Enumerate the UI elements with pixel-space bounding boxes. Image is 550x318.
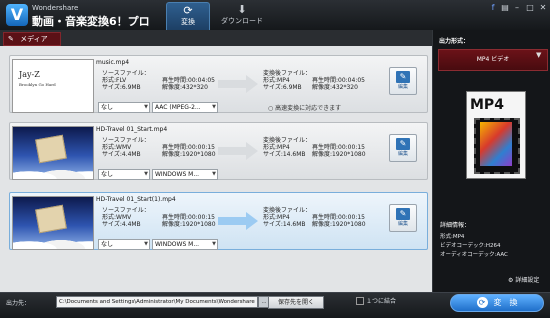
convert-button-label: 変 換	[493, 298, 518, 307]
menu-icon[interactable]: ▤	[500, 3, 510, 12]
chevron-down-icon: ▼	[212, 241, 216, 247]
chevron-down-icon: ▼	[212, 104, 216, 110]
list-item[interactable]: HD-Travel 01_Start(1).mp4 ソースファイル： 形式:WM…	[9, 192, 428, 250]
source-resolution: 解像度:1920*1080	[162, 151, 216, 158]
output-size: サイズ:6.9MB	[263, 84, 302, 91]
edit-button[interactable]: ✎ 編集	[389, 134, 417, 162]
file-name: music.mp4	[96, 59, 130, 66]
chevron-down-icon: ▼	[144, 171, 148, 177]
output-size: サイズ:14.6MB	[263, 151, 306, 158]
detail-format: 形式:MP4	[440, 234, 465, 240]
edit-label: 編集	[397, 221, 408, 227]
edit-icon: ✎	[396, 71, 410, 83]
format-preview-text: MP4	[470, 97, 504, 113]
close-icon[interactable]: ✕	[538, 3, 548, 12]
output-format-label: 出力形式：	[439, 38, 470, 45]
settings-icon: ⚙	[508, 277, 514, 284]
media-icon: ✎	[8, 35, 14, 43]
advanced-settings-link[interactable]: ⚙ 詳細設定	[508, 275, 539, 284]
audio-select[interactable]: WINDOWS M... ▼	[152, 239, 218, 250]
fast-convert-label: 高速変換に対応できます	[275, 105, 342, 112]
media-button-label: メディア	[20, 35, 48, 43]
audio-value: WINDOWS M...	[155, 171, 200, 178]
detail-heading: 詳細情報：	[440, 222, 471, 229]
fast-convert-radio[interactable]: ○ 高速変換に対応できます	[268, 103, 341, 112]
subtitle-value: なし	[101, 171, 114, 178]
list-item[interactable]: HD-Travel 01_Start.mp4 ソースファイル： 形式:WMV サ…	[9, 122, 428, 180]
output-format-value: MP4 ビデオ	[476, 56, 510, 63]
convert-button[interactable]: ⟳ 変 換	[450, 294, 544, 312]
source-resolution: 解像度:1920*1080	[162, 221, 216, 228]
edit-label: 編集	[397, 84, 408, 90]
edit-label: 編集	[397, 151, 408, 157]
subtitle-select[interactable]: なし ▼	[98, 169, 150, 180]
source-size: サイズ:4.4MB	[102, 221, 141, 228]
detail-audio-codec: オーディオコーデック:AAC	[440, 252, 508, 258]
audio-select[interactable]: WINDOWS M... ▼	[152, 169, 218, 180]
output-size: サイズ:14.6MB	[263, 221, 306, 228]
output-resolution: 解像度:432*320	[312, 84, 358, 91]
edit-icon: ✎	[396, 208, 410, 220]
video-thumbnail	[12, 196, 94, 250]
format-preview-image	[480, 122, 512, 166]
convert-arrow-icon	[218, 212, 258, 230]
video-thumbnail	[12, 126, 94, 180]
maximize-icon[interactable]: □	[525, 3, 535, 12]
subtitle-value: なし	[101, 241, 114, 248]
output-destination-label: 出力先：	[6, 300, 31, 307]
download-icon: ⬇	[237, 3, 247, 16]
video-thumbnail: Jay-Z Brooklyn Go Hard	[12, 59, 94, 113]
chevron-down-icon: ▼	[212, 171, 216, 177]
chevron-down-icon: ▼	[144, 241, 148, 247]
audio-value: AAC (MPEG-2...	[155, 104, 201, 111]
advanced-settings-label: 詳細設定	[515, 277, 540, 284]
edit-button[interactable]: ✎ 編集	[389, 67, 417, 95]
merge-checkbox[interactable]	[356, 297, 364, 305]
output-resolution: 解像度:1920*1080	[312, 221, 366, 228]
thumbnail-subtitle: Brooklyn Go Hard	[19, 82, 56, 87]
subtitle-value: なし	[101, 104, 114, 111]
convert-arrow-icon	[218, 142, 258, 160]
refresh-icon: ⟳	[183, 4, 193, 17]
thumbnail-title: Jay-Z	[19, 70, 40, 79]
file-name: HD-Travel 01_Start.mp4	[96, 126, 168, 133]
brand-name: Wondershare	[32, 4, 79, 12]
list-item[interactable]: Jay-Z Brooklyn Go Hard music.mp4 ソースファイル…	[9, 55, 428, 113]
subtitle-select[interactable]: なし ▼	[98, 102, 150, 113]
convert-arrow-icon	[218, 75, 258, 93]
tab-download-label: ダウンロード	[221, 17, 263, 25]
tab-convert-label: 変換	[181, 18, 195, 26]
output-path-value: C:\Documents and Settings\Administrator\…	[59, 299, 255, 305]
output-format-select[interactable]: MP4 ビデオ	[438, 49, 548, 71]
detail-video-codec: ビデオコーデック:H264	[440, 243, 501, 249]
edit-icon: ✎	[396, 138, 410, 150]
merge-label: １つに結合	[366, 298, 397, 305]
subtitle-select[interactable]: なし ▼	[98, 239, 150, 250]
tab-convert[interactable]: ⟳ 変換	[166, 2, 210, 31]
media-button[interactable]: ✎ メディア	[3, 32, 61, 46]
app-logo-icon: V	[6, 4, 28, 26]
source-resolution: 解像度:432*320	[162, 84, 208, 91]
audio-value: WINDOWS M...	[155, 241, 200, 248]
app-title: 動画・音楽変換6！プロ	[32, 15, 150, 28]
audio-select[interactable]: AAC (MPEG-2... ▼	[152, 102, 218, 113]
output-resolution: 解像度:1920*1080	[312, 151, 366, 158]
tab-download[interactable]: ⬇ ダウンロード	[218, 2, 266, 30]
output-path-field[interactable]: C:\Documents and Settings\Administrator\…	[56, 296, 258, 308]
open-folder-button[interactable]: 保存先を開く	[268, 296, 324, 309]
chevron-down-icon: ▼	[144, 104, 148, 110]
edit-button[interactable]: ✎ 編集	[389, 204, 417, 232]
chevron-down-icon[interactable]: ▼	[536, 51, 541, 59]
file-name: HD-Travel 01_Start(1).mp4	[96, 196, 176, 203]
toolbar	[0, 30, 432, 46]
source-size: サイズ:4.4MB	[102, 151, 141, 158]
facebook-icon[interactable]: f	[488, 3, 498, 12]
source-size: サイズ:6.9MB	[102, 84, 141, 91]
convert-icon: ⟳	[476, 297, 488, 308]
minimize-icon[interactable]: –	[512, 3, 522, 12]
